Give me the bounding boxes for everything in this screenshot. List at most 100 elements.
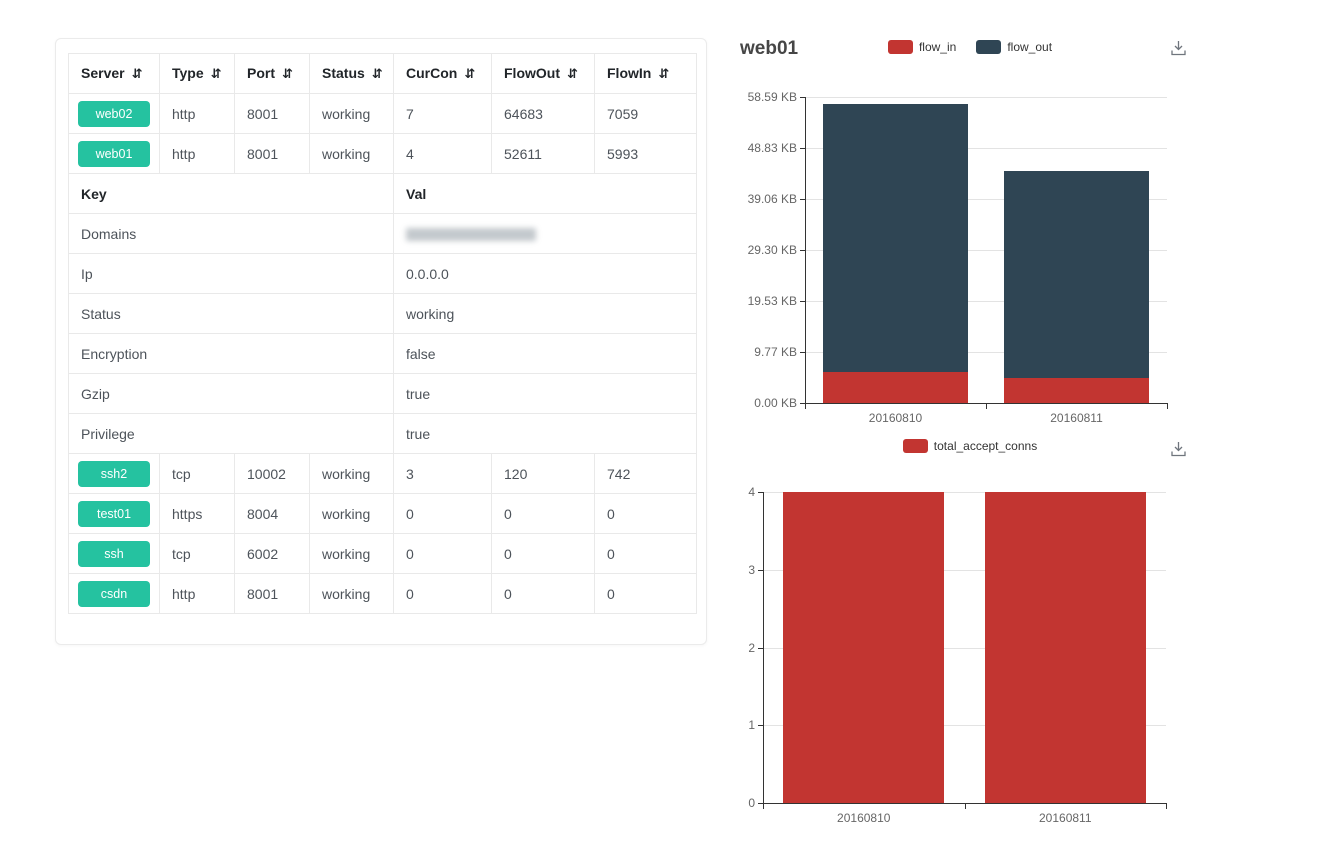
cell-port: 6002	[235, 534, 310, 574]
legend-item-total_accept_conns[interactable]: total_accept_conns	[903, 439, 1037, 453]
column-header-status[interactable]: Status⇵	[310, 54, 394, 94]
sort-icon[interactable]: ⇵	[464, 67, 475, 82]
kv-key: Ip	[69, 254, 394, 294]
cell-type: http	[160, 134, 235, 174]
table-row: sshtcp6002working000	[69, 534, 697, 574]
table-row: web01http8001working4526115993	[69, 134, 697, 174]
table-row: ssh2tcp10002working3120742	[69, 454, 697, 494]
kv-value: 0.0.0.0	[394, 254, 697, 294]
column-label: FlowOut	[504, 65, 560, 81]
sort-icon[interactable]: ⇵	[132, 67, 143, 82]
redacted-domains-value	[406, 228, 536, 241]
save-as-image-icon[interactable]	[1169, 440, 1188, 458]
cell-flowin: 7059	[595, 94, 697, 134]
y-axis-label: 0	[675, 796, 755, 810]
y-axis-line	[805, 97, 806, 404]
x-axis-label: 20160810	[763, 811, 965, 825]
cell-status: working	[310, 94, 394, 134]
x-axis-tick	[805, 404, 806, 409]
kv-key: Privilege	[69, 414, 394, 454]
kv-row: Statusworking	[69, 294, 697, 334]
column-header-curcon[interactable]: CurCon ⇵	[394, 54, 492, 94]
table-row: web02http8001working7646837059	[69, 94, 697, 134]
table-row: test01https8004working000	[69, 494, 697, 534]
cell-type: http	[160, 94, 235, 134]
cell-curcon: 0	[394, 574, 492, 614]
cell-flowout: 52611	[492, 134, 595, 174]
cell-port: 8001	[235, 134, 310, 174]
column-header-flowin[interactable]: FlowIn ⇵	[595, 54, 697, 94]
column-header-flowout[interactable]: FlowOut ⇵	[492, 54, 595, 94]
sort-icon[interactable]: ⇵	[211, 67, 222, 82]
kv-value: true	[394, 374, 697, 414]
chart-legend: flow_in flow_out	[740, 40, 1200, 54]
legend-swatch	[903, 439, 928, 453]
legend-item-flow_out[interactable]: flow_out	[976, 40, 1052, 54]
bar-total_accept_conns-20160810	[783, 492, 944, 803]
cell-flowout: 120	[492, 454, 595, 494]
x-axis-tick	[986, 404, 987, 409]
legend-label: flow_in	[919, 40, 956, 54]
kv-row: Ip0.0.0.0	[69, 254, 697, 294]
server-badge-csdn[interactable]: csdn	[78, 581, 150, 607]
column-header-port[interactable]: Port⇵	[235, 54, 310, 94]
cell-flowin: 0	[595, 574, 697, 614]
cell-flowout: 0	[492, 574, 595, 614]
cell-flowin: 0	[595, 494, 697, 534]
cell-server: web01	[69, 134, 160, 174]
column-header-type[interactable]: Type⇵	[160, 54, 235, 94]
column-header-server[interactable]: Server ⇵	[69, 54, 160, 94]
cell-status: working	[310, 534, 394, 574]
y-axis-label: 58.59 KB	[717, 90, 797, 104]
column-label: FlowIn	[607, 65, 651, 81]
column-label: Server	[81, 65, 125, 81]
server-badge-ssh2[interactable]: ssh2	[78, 461, 150, 487]
cell-port: 10002	[235, 454, 310, 494]
y-axis-label: 1	[675, 718, 755, 732]
server-badge-ssh[interactable]: ssh	[78, 541, 150, 567]
cell-type: tcp	[160, 534, 235, 574]
x-axis-tick	[965, 804, 966, 809]
cell-status: working	[310, 454, 394, 494]
legend-swatch	[888, 40, 913, 54]
legend-swatch	[976, 40, 1001, 54]
cell-curcon: 3	[394, 454, 492, 494]
y-axis-label: 4	[675, 485, 755, 499]
server-badge-test01[interactable]: test01	[78, 501, 150, 527]
y-axis-label: 48.83 KB	[717, 141, 797, 155]
cell-type: tcp	[160, 454, 235, 494]
legend-item-flow_in[interactable]: flow_in	[888, 40, 956, 54]
sort-icon[interactable]: ⇵	[658, 67, 669, 82]
kv-row: Encryptionfalse	[69, 334, 697, 374]
kv-key: Encryption	[69, 334, 394, 374]
column-label: CurCon	[406, 65, 457, 81]
y-axis-line	[763, 492, 764, 804]
chart-web01-flow: web01 flow_inflow_out 0.00 KB9.77 KB19.5…	[740, 30, 1200, 432]
sort-icon[interactable]: ⇵	[567, 67, 578, 82]
chart-legend: total_accept_conns	[740, 439, 1200, 453]
legend-label: total_accept_conns	[934, 439, 1037, 453]
cell-flowout: 64683	[492, 94, 595, 134]
y-axis-label: 29.30 KB	[717, 243, 797, 257]
sort-icon[interactable]: ⇵	[372, 67, 383, 82]
chart-total-accept-conns: total_accept_conns 012342016081020160811	[740, 432, 1200, 832]
cell-status: working	[310, 134, 394, 174]
y-axis-label: 3	[675, 563, 755, 577]
cell-server: ssh2	[69, 454, 160, 494]
cell-flowout: 0	[492, 494, 595, 534]
save-as-image-icon[interactable]	[1169, 39, 1188, 57]
table-row: csdnhttp8001working000	[69, 574, 697, 614]
server-badge-web01[interactable]: web01	[78, 141, 150, 167]
bar-flow_out-20160810	[823, 104, 968, 372]
x-axis-tick	[1167, 404, 1168, 409]
bar-flow_in-20160811	[1004, 378, 1149, 403]
kv-row: Domains	[69, 214, 697, 254]
x-axis-tick	[763, 804, 764, 809]
cell-port: 8001	[235, 94, 310, 134]
x-axis-label: 20160811	[965, 811, 1167, 825]
x-axis-label: 20160810	[805, 411, 986, 425]
kv-value	[394, 214, 697, 254]
sort-icon[interactable]: ⇵	[282, 67, 293, 82]
server-badge-web02[interactable]: web02	[78, 101, 150, 127]
kv-row: Gziptrue	[69, 374, 697, 414]
